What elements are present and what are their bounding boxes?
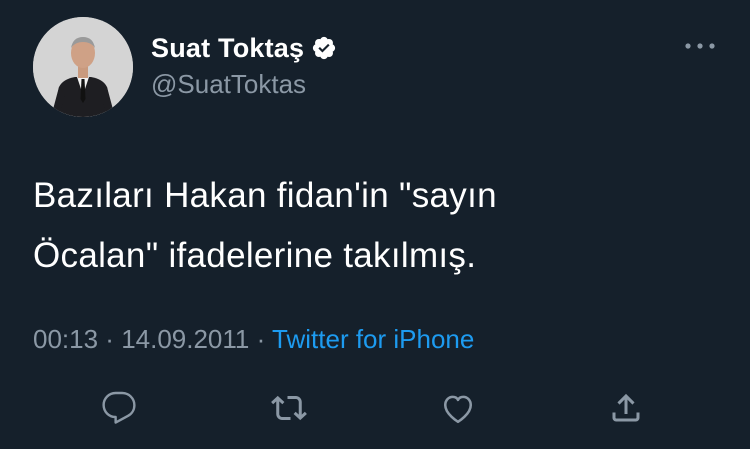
retweet-button[interactable] — [269, 388, 309, 428]
heart-icon — [443, 395, 473, 424]
author-display-name[interactable]: Suat Toktaş — [151, 33, 304, 64]
tweet-meta: 00:13 · 14.09.2011 · Twitter for iPhone — [33, 324, 474, 355]
tweet-date[interactable]: 14.09.2011 — [121, 324, 249, 354]
reply-icon — [102, 391, 136, 424]
tweet-text: Bazıları Hakan fidan'in "sayın Öcalan" i… — [33, 176, 497, 275]
like-button[interactable] — [438, 388, 478, 428]
more-dots-icon — [685, 43, 715, 49]
author-handle[interactable]: @SuatToktas — [151, 69, 306, 100]
tweet-actions-bar — [0, 388, 750, 428]
tweet-card: Suat Toktaş @SuatToktas Bazıları Hakan f… — [0, 0, 750, 449]
tweet-time[interactable]: 00:13 — [33, 324, 98, 354]
verified-badge-icon — [311, 35, 337, 61]
meta-separator: · — [249, 324, 273, 354]
tweet-source-link[interactable]: Twitter for iPhone — [272, 324, 474, 354]
retweet-icon — [271, 395, 307, 421]
avatar-image — [33, 17, 133, 117]
avatar[interactable] — [33, 17, 133, 117]
reply-button[interactable] — [99, 388, 139, 428]
share-button[interactable] — [606, 388, 646, 428]
meta-separator: · — [98, 324, 122, 354]
share-icon — [612, 393, 640, 422]
author-name-row[interactable]: Suat Toktaş — [151, 31, 337, 65]
more-options-button[interactable] — [683, 36, 717, 56]
